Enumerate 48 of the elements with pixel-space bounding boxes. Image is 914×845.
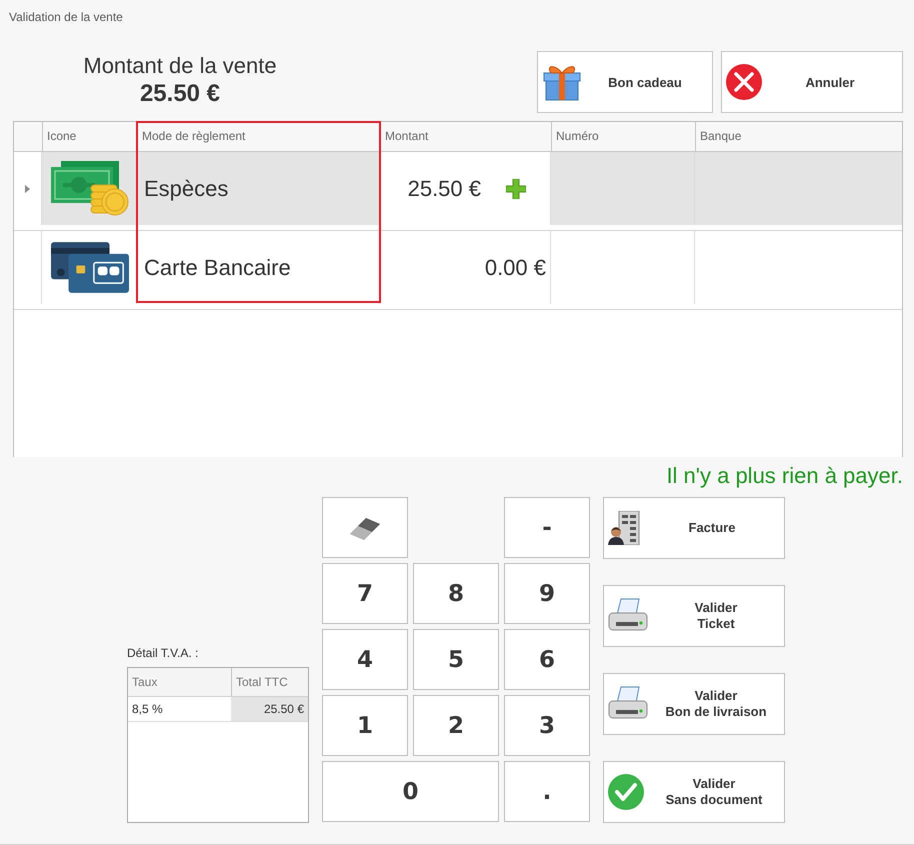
plus-icon[interactable] (506, 178, 526, 198)
print-button[interactable]: Valider Bon de livraison (603, 673, 785, 735)
table-cell: 25.50 € (264, 702, 304, 716)
keypad-key[interactable]: 9 (504, 563, 590, 624)
keypad-key[interactable]: - (504, 497, 590, 558)
office-building-person-icon (608, 511, 640, 545)
status-message: Il n'y a plus rien à payer. (666, 462, 903, 490)
column-header: Mode de règlement (137, 122, 380, 151)
check-icon (608, 774, 644, 810)
column-header: Montant (380, 122, 551, 151)
payment-amount: 25.50 € (408, 176, 481, 202)
close-icon (726, 64, 762, 100)
column-header: Banque (695, 122, 902, 151)
row-indicator-icon (25, 184, 30, 192)
keypad-key[interactable]: 1 (322, 695, 408, 756)
keypad-key[interactable]: 2 (413, 695, 499, 756)
payment-amount: 0.00 € (484, 254, 546, 280)
column-header: Numéro (551, 122, 695, 151)
keypad-key[interactable]: 4 (322, 629, 408, 690)
cancel-button[interactable]: Annuler (721, 51, 903, 113)
keypad-key[interactable]: . (504, 761, 590, 822)
bank-cards-icon (51, 242, 129, 293)
print-button[interactable]: Valider Ticket (603, 585, 785, 647)
keypad-key[interactable]: 7 (322, 563, 408, 624)
sale-total: 25.50 € (140, 80, 220, 107)
column-header: Total TTC (236, 675, 288, 689)
table-cell: 8,5 % (132, 702, 163, 716)
gift-icon (542, 63, 582, 101)
gift-voucher-button[interactable]: Bon cadeau (537, 51, 713, 113)
payment-method: Carte Bancaire (144, 254, 291, 280)
column-header: Icone (42, 122, 137, 151)
keypad-key[interactable]: 5 (413, 629, 499, 690)
eraser-button[interactable] (322, 497, 408, 558)
window-title: Validation de la vente (9, 10, 123, 24)
invoice-button[interactable]: Facture (603, 497, 785, 559)
keypad-key[interactable]: 6 (504, 629, 590, 690)
payment-row[interactable]: Carte Bancaire 0.00 € (14, 231, 902, 304)
payment-method: Espèces (144, 176, 228, 202)
validate-button[interactable]: Valider Sans document (603, 761, 785, 823)
eraser-icon (350, 516, 380, 540)
column-header: Taux (132, 675, 158, 689)
payment-row[interactable]: Espèces 25.50 € (14, 152, 902, 225)
keypad-key[interactable]: 8 (413, 563, 499, 624)
keypad-key[interactable]: 0 (322, 761, 499, 822)
sale-amount-label: Montant de la vente (83, 53, 277, 78)
banknotes-coins-icon (51, 160, 129, 216)
keypad-key[interactable]: 3 (504, 695, 590, 756)
vat-detail-label: Détail T.V.A. : (127, 646, 198, 660)
